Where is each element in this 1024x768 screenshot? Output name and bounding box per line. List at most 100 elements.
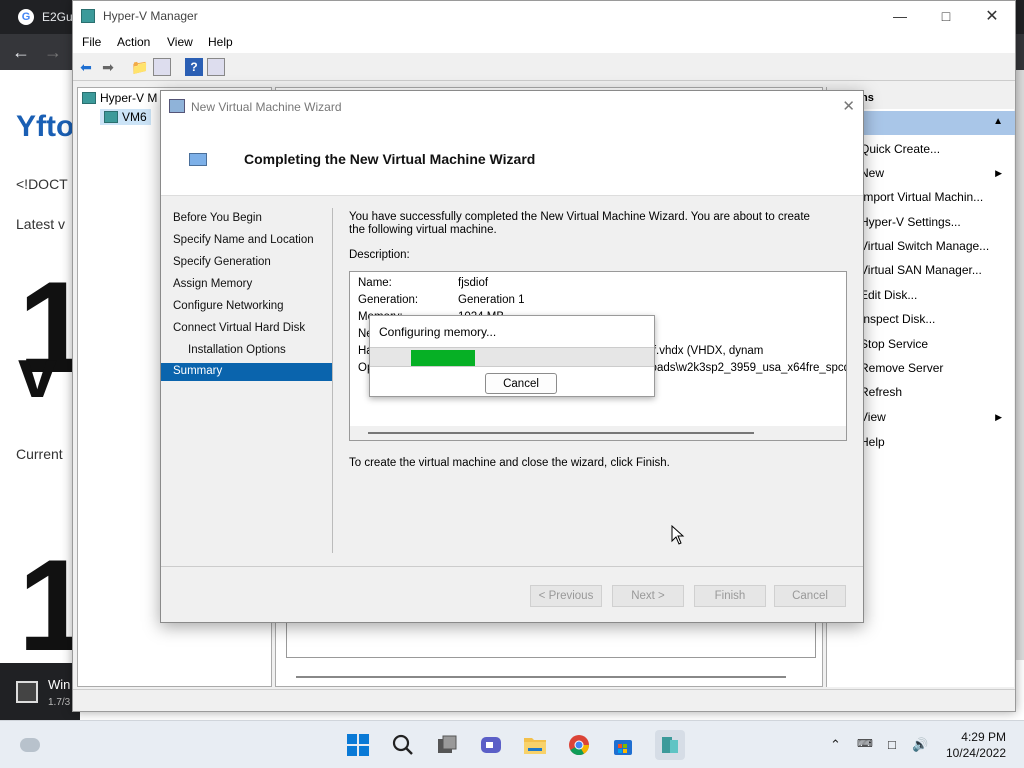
clock-date: 10/24/2022 — [945, 746, 1006, 760]
step-specify-name[interactable]: Specify Name and Location — [173, 234, 314, 246]
wizard-title-bar: New Virtual Machine Wizard ✕ — [161, 91, 863, 121]
volume-icon[interactable]: 🔊 — [912, 737, 928, 753]
chat-icon[interactable] — [479, 733, 503, 757]
action-inspect-disk[interactable]: Inspect Disk... — [860, 312, 935, 326]
browser-tab-title: E2Gu — [42, 10, 73, 24]
weather-icon[interactable] — [18, 733, 42, 757]
wizard-window-title: New Virtual Machine Wizard — [191, 100, 342, 114]
start-icon[interactable] — [346, 733, 370, 757]
step-specify-generation[interactable]: Specify Generation — [173, 256, 271, 268]
file-explorer-icon[interactable] — [523, 733, 547, 757]
minimize-button[interactable]: — — [877, 1, 923, 31]
network-icon[interactable]: □ — [888, 737, 896, 752]
action-import[interactable]: Import Virtual Machin... — [860, 190, 983, 204]
footer-divider — [161, 566, 863, 567]
collapse-up-icon[interactable]: ▲ — [993, 116, 1003, 127]
action-refresh[interactable]: Refresh — [860, 385, 902, 399]
close-icon[interactable]: ✕ — [842, 97, 855, 115]
desc-row-generation: Generation: Generation 1 — [358, 294, 525, 306]
step-configure-networking[interactable]: Configure Networking — [173, 300, 284, 312]
google-icon: G — [18, 9, 34, 25]
mouse-cursor-icon — [671, 525, 685, 545]
maximize-button[interactable]: □ — [923, 1, 969, 31]
progress-track — [370, 347, 654, 367]
action-virtual-san-manager[interactable]: Virtual SAN Manager... — [860, 263, 982, 277]
progress-message: Configuring memory... — [379, 325, 497, 339]
forward-arrow-icon[interactable]: → — [44, 42, 62, 63]
action-quick-create[interactable]: Quick Create... — [860, 142, 940, 156]
wizard-divider — [332, 208, 333, 553]
action-pane-icon[interactable] — [207, 58, 225, 76]
download-name: Win — [48, 677, 71, 692]
details-panel — [286, 618, 816, 658]
page-latest-text: Latest v — [16, 216, 66, 232]
finish-instruction: To create the virtual machine and close … — [349, 457, 670, 469]
help-icon[interactable]: ? — [185, 58, 203, 76]
tree-vm-node[interactable]: VM6 — [100, 109, 151, 125]
tree-vm-label: VM6 — [122, 110, 147, 124]
page-logo[interactable]: Yfto — [16, 110, 74, 144]
page-big-letter: v — [18, 334, 57, 412]
page-current-text: Current — [16, 446, 63, 462]
clock-time: 4:29 PM — [961, 730, 1006, 744]
submenu-arrow-icon: ▶ — [995, 168, 1002, 178]
menu-help[interactable]: Help — [208, 35, 233, 49]
progress-cancel-button[interactable]: Cancel — [485, 373, 557, 394]
step-assign-memory[interactable]: Assign Memory — [173, 278, 252, 290]
up-folder-icon[interactable]: 📁 — [131, 58, 149, 76]
tree-root-label: Hyper-V M — [100, 91, 158, 105]
show-hide-tree-icon[interactable] — [153, 58, 171, 76]
step-summary[interactable]: Summary — [161, 363, 332, 381]
step-connect-vhd[interactable]: Connect Virtual Hard Disk — [173, 322, 305, 334]
cancel-button[interactable]: Cancel — [774, 585, 846, 607]
server-icon — [104, 111, 118, 123]
wizard-heading: Completing the New Virtual Machine Wizar… — [244, 151, 536, 167]
action-virtual-switch-manager[interactable]: Virtual Switch Manage... — [860, 239, 989, 253]
task-view-icon[interactable] — [435, 733, 459, 757]
step-before-you-begin[interactable]: Before You Begin — [173, 212, 262, 224]
menu-bar: File Action View Help — [73, 31, 1015, 53]
center-scrollbar[interactable] — [296, 676, 786, 678]
menu-file[interactable]: File — [82, 35, 101, 49]
step-installation-options[interactable]: Installation Options — [188, 344, 286, 356]
hyperv-title-bar: Hyper-V Manager — □ ✕ — [73, 1, 1015, 31]
menu-view[interactable]: View — [167, 35, 193, 49]
next-button[interactable]: Next > — [612, 585, 684, 607]
browser-scrollbar[interactable] — [1016, 70, 1024, 660]
menu-action[interactable]: Action — [117, 35, 150, 49]
hyperv-app-icon — [81, 9, 95, 23]
page-doctype-text: <!DOCT — [16, 176, 68, 192]
action-hyperv-settings[interactable]: Hyper-V Settings... — [860, 215, 961, 229]
chrome-icon[interactable] — [567, 733, 591, 757]
completion-text: You have successfully completed the New … — [349, 211, 810, 236]
chevron-up-icon[interactable]: ⌃ — [830, 737, 841, 753]
toolbar: ⬅ ➡ 📁 ? — [73, 53, 1015, 81]
wizard-banner: Completing the New Virtual Machine Wizar… — [161, 121, 863, 196]
action-stop-service[interactable]: Stop Service — [860, 337, 928, 351]
tree-root-node[interactable]: Hyper-V M — [82, 91, 157, 105]
hyperv-manager-icon[interactable] — [655, 730, 685, 760]
browser-tab[interactable]: G E2Gu — [8, 0, 78, 34]
finish-button[interactable]: Finish — [694, 585, 766, 607]
search-icon[interactable] — [391, 733, 415, 757]
keyboard-icon[interactable]: ⌨ — [857, 737, 873, 750]
close-button[interactable]: ✕ — [969, 1, 1015, 31]
back-icon[interactable]: ⬅ — [77, 58, 95, 76]
description-scrollbar[interactable] — [350, 426, 846, 440]
taskbar: ⌃ ⌨ □ 🔊 4:29 PM 10/24/2022 — [0, 720, 1024, 768]
progress-bar-fill — [411, 350, 475, 366]
action-remove-server[interactable]: Remove Server — [860, 361, 943, 375]
forward-icon[interactable]: ➡ — [99, 58, 117, 76]
wizard-app-icon — [169, 99, 185, 113]
clock[interactable]: 4:29 PM 10/24/2022 — [946, 729, 1006, 761]
previous-button[interactable]: < Previous — [530, 585, 602, 607]
store-icon[interactable] — [611, 733, 635, 757]
hyperv-window-title: Hyper-V Manager — [103, 9, 198, 23]
status-bar — [73, 689, 1015, 711]
download-item[interactable]: Win 1.7/3 — [0, 663, 80, 725]
scrollbar-thumb[interactable] — [368, 432, 754, 434]
server-icon — [82, 92, 96, 104]
desc-row-name: Name: fjsdiof — [358, 277, 489, 289]
back-arrow-icon[interactable]: ← — [12, 42, 30, 63]
action-edit-disk[interactable]: Edit Disk... — [860, 288, 917, 302]
